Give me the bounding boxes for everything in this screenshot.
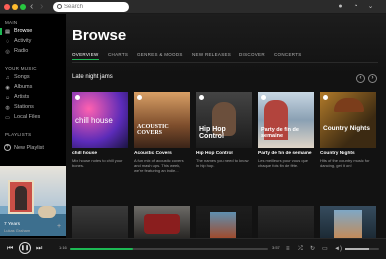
sidebar: MAIN ▤ Browse ♢ Activity ◎ Radio YOUR MUSIC…: [0, 14, 66, 238]
playlist-name[interactable]: chill house: [72, 151, 128, 156]
minimize-window-button[interactable]: [12, 4, 18, 10]
playlist-description: Les meilleurs pour vous que chaque fois …: [258, 158, 309, 169]
previous-track-icon[interactable]: ⏮: [7, 244, 13, 254]
tab-overview[interactable]: OVERVIEW: [72, 52, 99, 60]
playlist-name[interactable]: Country Nights: [320, 151, 376, 156]
playlist-cover[interactable]: chill house: [72, 92, 128, 148]
carousel-prev-button[interactable]: ‹: [356, 74, 365, 83]
now-playing-artist[interactable]: Lukas Graham: [4, 228, 30, 233]
search-icon: [57, 4, 62, 9]
progress-fill: [70, 248, 134, 250]
playlist-cover[interactable]: [72, 206, 128, 238]
tab-new-releases[interactable]: NEW RELEASES: [192, 52, 231, 57]
plus-icon: +: [4, 144, 11, 152]
tab-charts[interactable]: CHARTS: [108, 52, 128, 57]
albums-icon: ◉: [5, 84, 10, 91]
playlist-name[interactable]: Acoustic Covers: [134, 151, 190, 156]
shuffle-icon[interactable]: ⤮: [298, 244, 303, 254]
playlist-name[interactable]: Hip Hop Control: [196, 151, 252, 156]
title-bar: ‹ › ● ◔ ⌄: [0, 0, 386, 14]
search-box[interactable]: [53, 2, 129, 12]
progress-bar[interactable]: [70, 248, 268, 250]
main-content: Browse OVERVIEW CHARTS GENRES & MOODS NE…: [66, 14, 386, 238]
add-to-library-icon[interactable]: +: [57, 223, 61, 230]
songs-icon: ♫: [5, 74, 10, 81]
queue-icon[interactable]: ≡: [286, 244, 290, 254]
main-section-label: MAIN: [5, 20, 18, 25]
forward-arrow-icon[interactable]: ›: [40, 1, 43, 13]
spotify-logo-icon: [261, 95, 266, 100]
volume-slider[interactable]: [345, 248, 379, 250]
spotify-logo-icon: [323, 95, 328, 100]
playlist-cover[interactable]: [258, 206, 314, 238]
tab-discover[interactable]: DISCOVER: [239, 52, 265, 57]
repeat-icon[interactable]: ↻: [310, 244, 315, 254]
local-files-icon: ▭: [5, 114, 10, 121]
next-track-icon[interactable]: ⏭: [36, 244, 42, 254]
playlist-cover[interactable]: [320, 206, 376, 238]
playlist-card-acoustic-covers[interactable]: ACOUSTIC COVERS Acoustic Covers A fun mi…: [134, 92, 190, 182]
playlist-card-party-de-fin-de-semaine[interactable]: Party de fin de semaine Party de fin de …: [258, 92, 314, 182]
playlist-cover[interactable]: ACOUSTIC COVERS: [134, 92, 190, 148]
sidebar-item-albums[interactable]: ◉ Albums: [4, 83, 64, 92]
playlist-cover[interactable]: [196, 206, 252, 238]
sidebar-item-browse[interactable]: ▤ Browse: [0, 27, 64, 36]
library-section-label: YOUR MUSIC: [5, 66, 37, 71]
spotify-logo-icon: [199, 95, 204, 100]
playlist-description: Mix house notes to chill your bones.: [72, 158, 123, 169]
chevron-down-icon[interactable]: ⌄: [367, 3, 374, 10]
sidebar-item-radio[interactable]: ◎ Radio: [4, 47, 64, 56]
playlist-description: Hits of the country music for dancing, g…: [320, 158, 370, 169]
stations-icon: ◍: [5, 104, 10, 111]
total-time: 3:57: [272, 245, 280, 250]
page-title: Browse: [72, 27, 127, 44]
playlist-description: A fun mix of acoustic covers and mash up…: [134, 158, 184, 174]
notifications-icon[interactable]: ◔: [352, 3, 359, 10]
playlist-cover[interactable]: Hip Hop Control: [196, 92, 252, 148]
playlist-card-chill-house[interactable]: chill house chill house Mix house notes …: [72, 92, 128, 182]
tab-genres-moods[interactable]: GENRES & MOODS: [137, 52, 183, 57]
playlist-description: The names you need to know in hip hop.: [196, 158, 249, 169]
playlist-cover[interactable]: Party de fin de semaine: [258, 92, 314, 148]
close-window-button[interactable]: [4, 4, 10, 10]
user-icon[interactable]: ●: [337, 3, 344, 10]
playlist-cover[interactable]: [134, 206, 190, 238]
sidebar-item-songs[interactable]: ♫ Songs: [4, 73, 64, 82]
now-playing-title[interactable]: 7 Years: [4, 222, 20, 227]
new-playlist-button[interactable]: + New Playlist: [4, 144, 44, 153]
tab-divider: [72, 62, 378, 63]
sidebar-item-artists[interactable]: ☺ Artists: [4, 93, 64, 102]
playlists-section-label: PLAYLISTS: [5, 132, 32, 137]
pause-button[interactable]: ❚❚: [19, 242, 31, 254]
sidebar-item-activity[interactable]: ♢ Activity: [4, 37, 64, 46]
playlist-name[interactable]: Party de fin de semaine: [258, 151, 314, 156]
tab-concerts[interactable]: CONCERTS: [274, 52, 302, 57]
search-input[interactable]: [64, 2, 126, 12]
spotify-logo-icon: [137, 95, 142, 100]
playlist-card-hip-hop-control[interactable]: Hip Hop Control Hip Hop Control The name…: [196, 92, 252, 182]
sidebar-item-stations[interactable]: ◍ Stations: [4, 103, 64, 112]
playlist-card-country-nights[interactable]: Country Nights Country Nights Hits of th…: [320, 92, 376, 182]
player-bar: 7 Years Lukas Graham + ⏮ ❚❚ ⏭ 1:16 3:57 …: [0, 222, 386, 259]
carousel-next-button[interactable]: ›: [368, 74, 377, 83]
playlist-cover[interactable]: Country Nights: [320, 92, 376, 148]
devices-icon[interactable]: ▭: [322, 244, 328, 254]
volume-fill: [345, 248, 369, 250]
section-title: Late night jams: [72, 74, 113, 80]
back-arrow-icon[interactable]: ‹: [30, 1, 33, 13]
volume-icon[interactable]: ◄): [334, 244, 342, 254]
maximize-window-button[interactable]: [20, 4, 26, 10]
current-time: 1:16: [59, 245, 67, 250]
artists-icon: ☺: [4, 94, 11, 101]
radio-icon: ◎: [5, 48, 10, 55]
activity-icon: ♢: [5, 38, 10, 45]
browse-icon: ▤: [5, 28, 10, 35]
sidebar-item-local-files[interactable]: ▭ Local Files: [4, 113, 64, 122]
spotify-logo-icon: [75, 95, 80, 100]
